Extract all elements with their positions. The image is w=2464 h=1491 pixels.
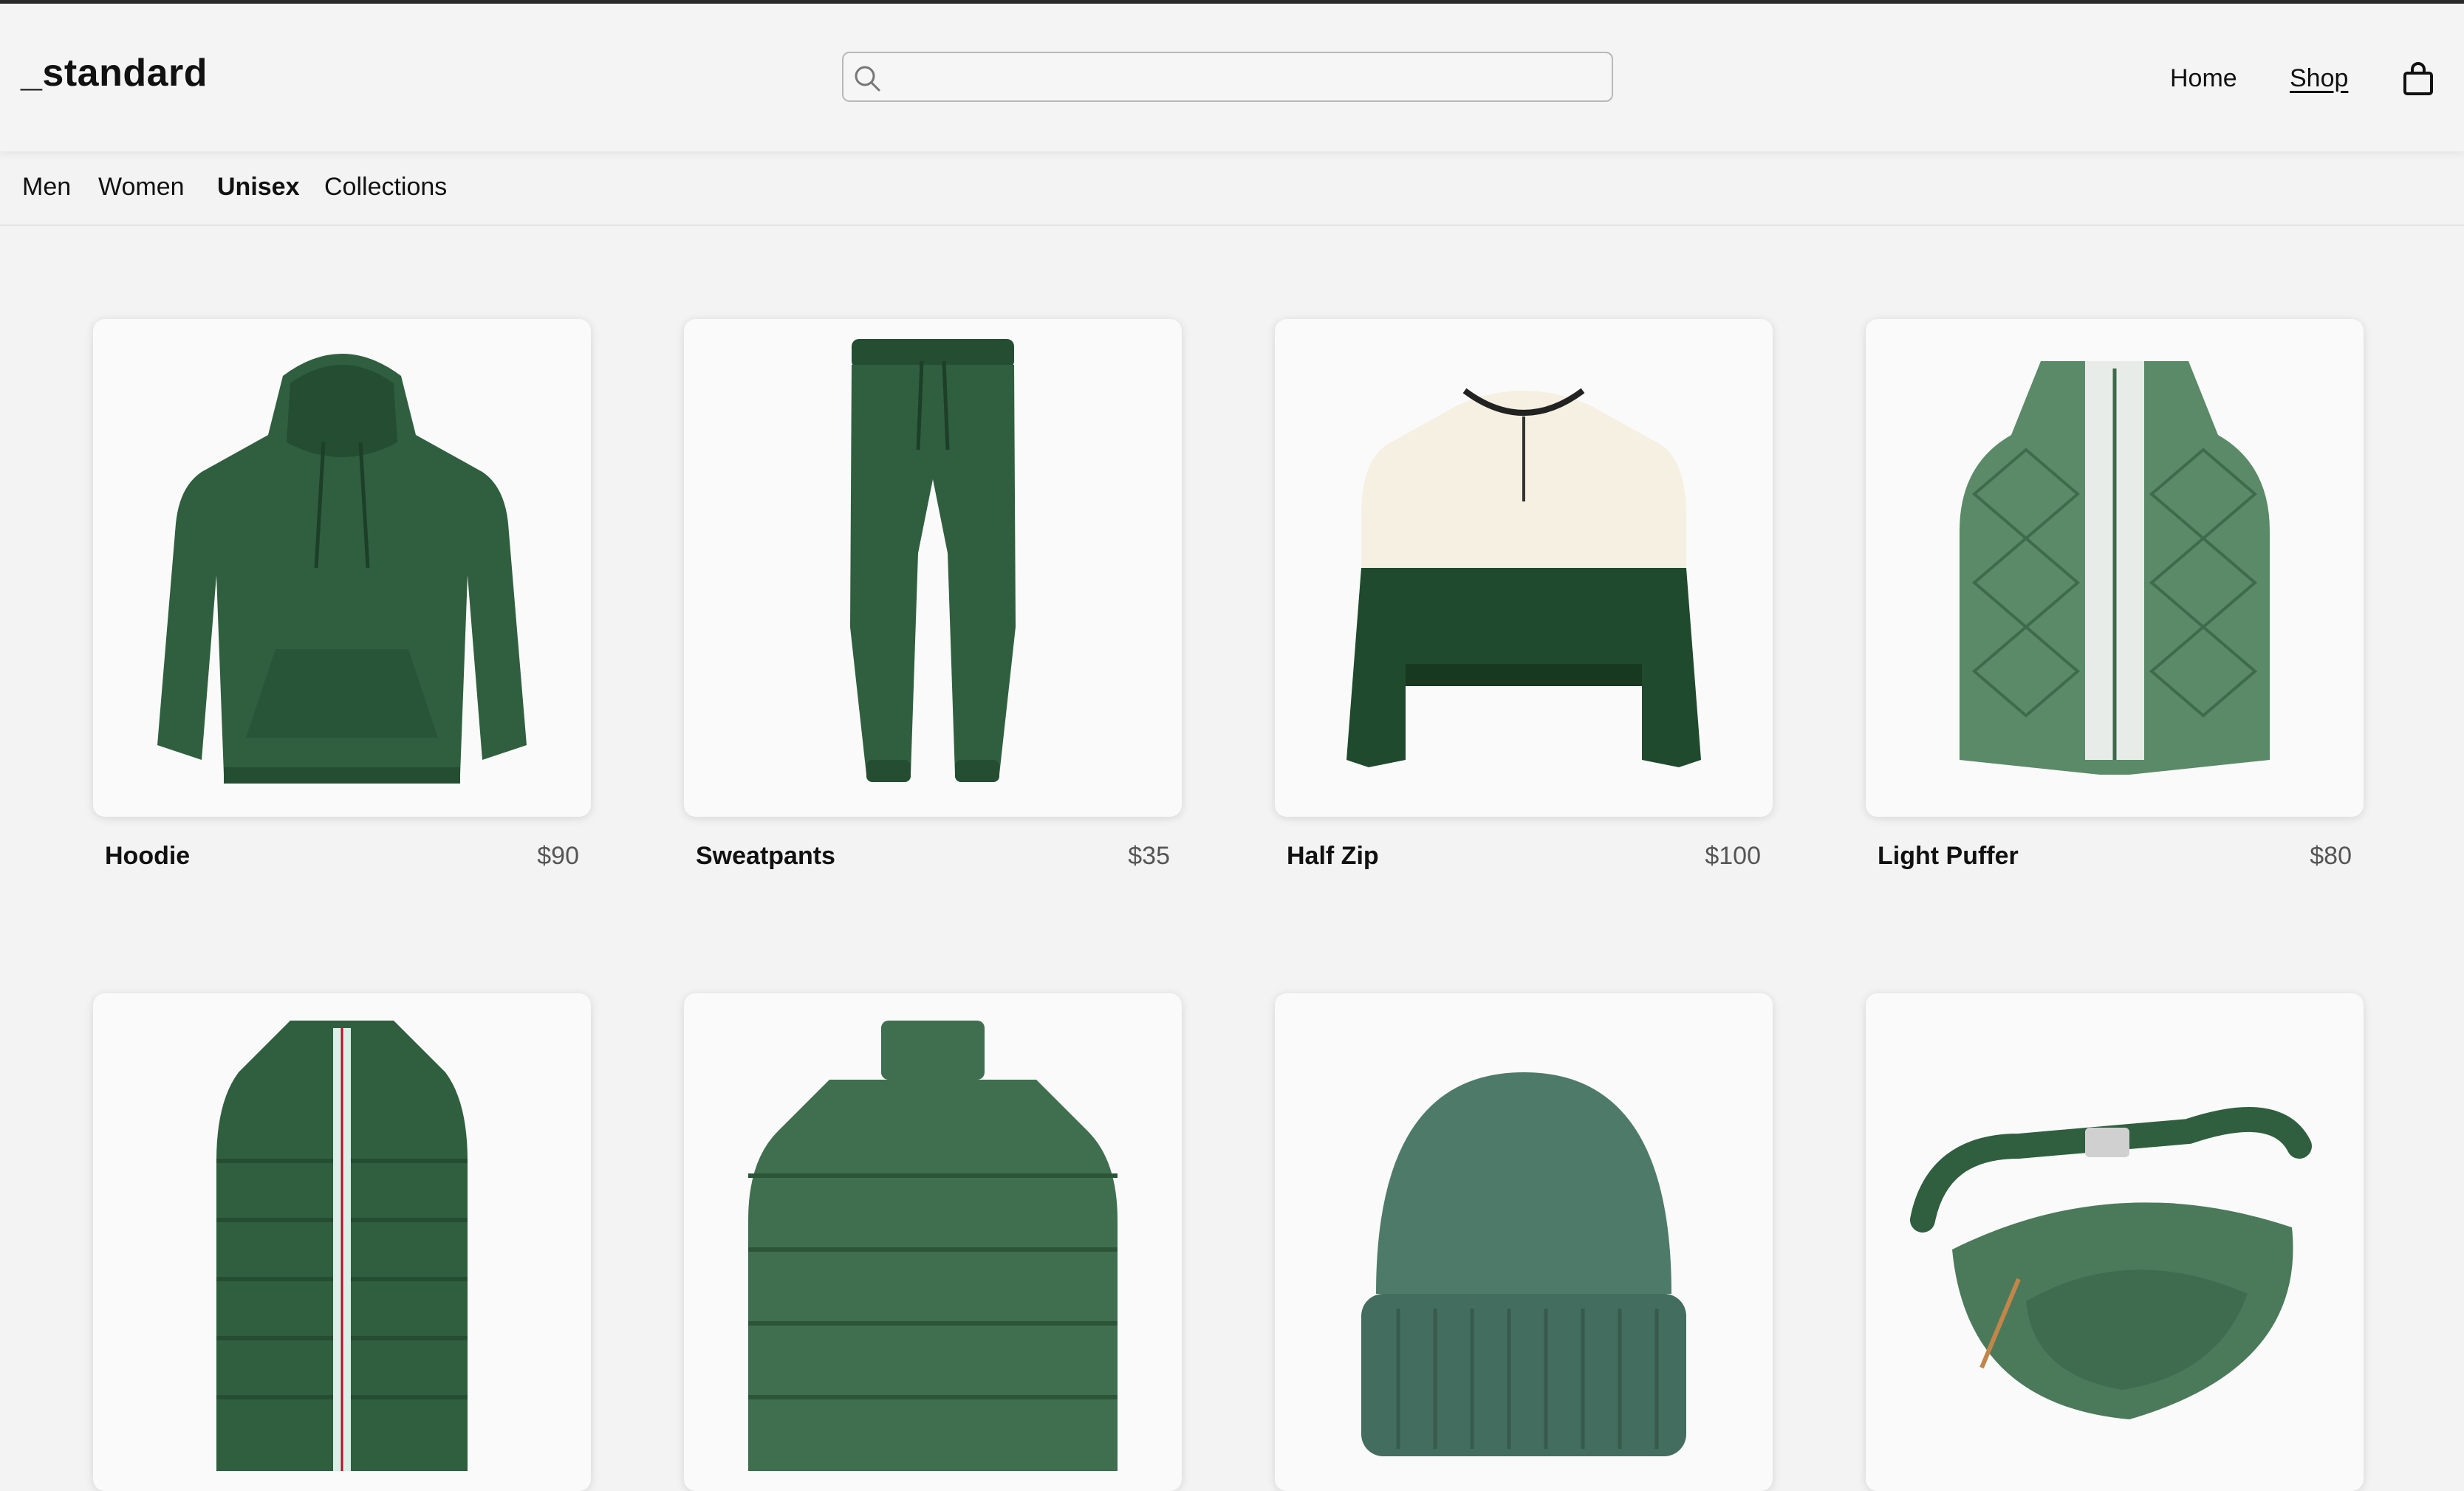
shopping-bag-icon[interactable] xyxy=(2402,61,2434,97)
product-image[interactable] xyxy=(684,319,1182,817)
product-card-half-zip[interactable]: Half Zip $100 xyxy=(1275,319,1773,871)
product-name[interactable]: Sweatpants xyxy=(696,842,835,871)
product-price: $100 xyxy=(1705,842,1761,870)
quilted-vest-icon xyxy=(1960,361,2270,775)
product-price: $80 xyxy=(2310,842,2352,870)
product-image[interactable] xyxy=(1275,319,1773,817)
category-collections[interactable]: Collections xyxy=(324,173,447,202)
product-image[interactable] xyxy=(93,319,591,817)
product-image[interactable] xyxy=(1866,993,2364,1491)
product-image[interactable] xyxy=(93,993,591,1491)
product-image[interactable] xyxy=(684,993,1182,1491)
category-women[interactable]: Women xyxy=(98,173,185,202)
product-card-beanie[interactable] xyxy=(1275,993,1773,1491)
product-name[interactable]: Light Puffer xyxy=(1878,842,2019,871)
search-bar[interactable] xyxy=(842,52,1613,102)
brand-logo[interactable]: _standard xyxy=(21,51,208,95)
beanie-icon xyxy=(1361,1072,1686,1456)
category-men[interactable]: Men xyxy=(22,173,71,202)
sweatpants-icon xyxy=(850,339,1016,782)
product-card-puffer-jacket[interactable] xyxy=(684,993,1182,1491)
category-bar: Men Women Unisex Collections xyxy=(0,152,2464,226)
product-name[interactable]: Hoodie xyxy=(105,842,190,871)
site-header: _standard Home Shop xyxy=(0,4,2464,151)
product-card-belt-bag[interactable] xyxy=(1866,993,2364,1491)
search-input[interactable] xyxy=(891,59,1603,96)
product-image[interactable] xyxy=(1866,319,2364,817)
product-card-sweatpants[interactable]: Sweatpants $35 xyxy=(684,319,1182,871)
product-card-light-puffer[interactable]: Light Puffer $80 xyxy=(1866,319,2364,871)
half-zip-icon xyxy=(1346,388,1701,767)
belt-bag-icon xyxy=(1910,1107,2312,1419)
category-unisex[interactable]: Unisex xyxy=(217,173,300,202)
product-price: $90 xyxy=(537,842,579,870)
search-icon xyxy=(855,66,880,92)
hoodie-icon xyxy=(157,354,527,784)
puffer-jacket-icon xyxy=(748,1021,1118,1471)
product-card-puffer-vest[interactable] xyxy=(93,993,591,1491)
product-image[interactable] xyxy=(1275,993,1773,1491)
nav-shop-link[interactable]: Shop xyxy=(2290,64,2348,93)
nav-home-link[interactable]: Home xyxy=(2170,64,2237,93)
product-price: $35 xyxy=(1128,842,1170,870)
product-name[interactable]: Half Zip xyxy=(1287,842,1379,871)
puffer-vest-icon xyxy=(216,1021,468,1471)
product-card-hoodie[interactable]: Hoodie $90 xyxy=(93,319,591,871)
